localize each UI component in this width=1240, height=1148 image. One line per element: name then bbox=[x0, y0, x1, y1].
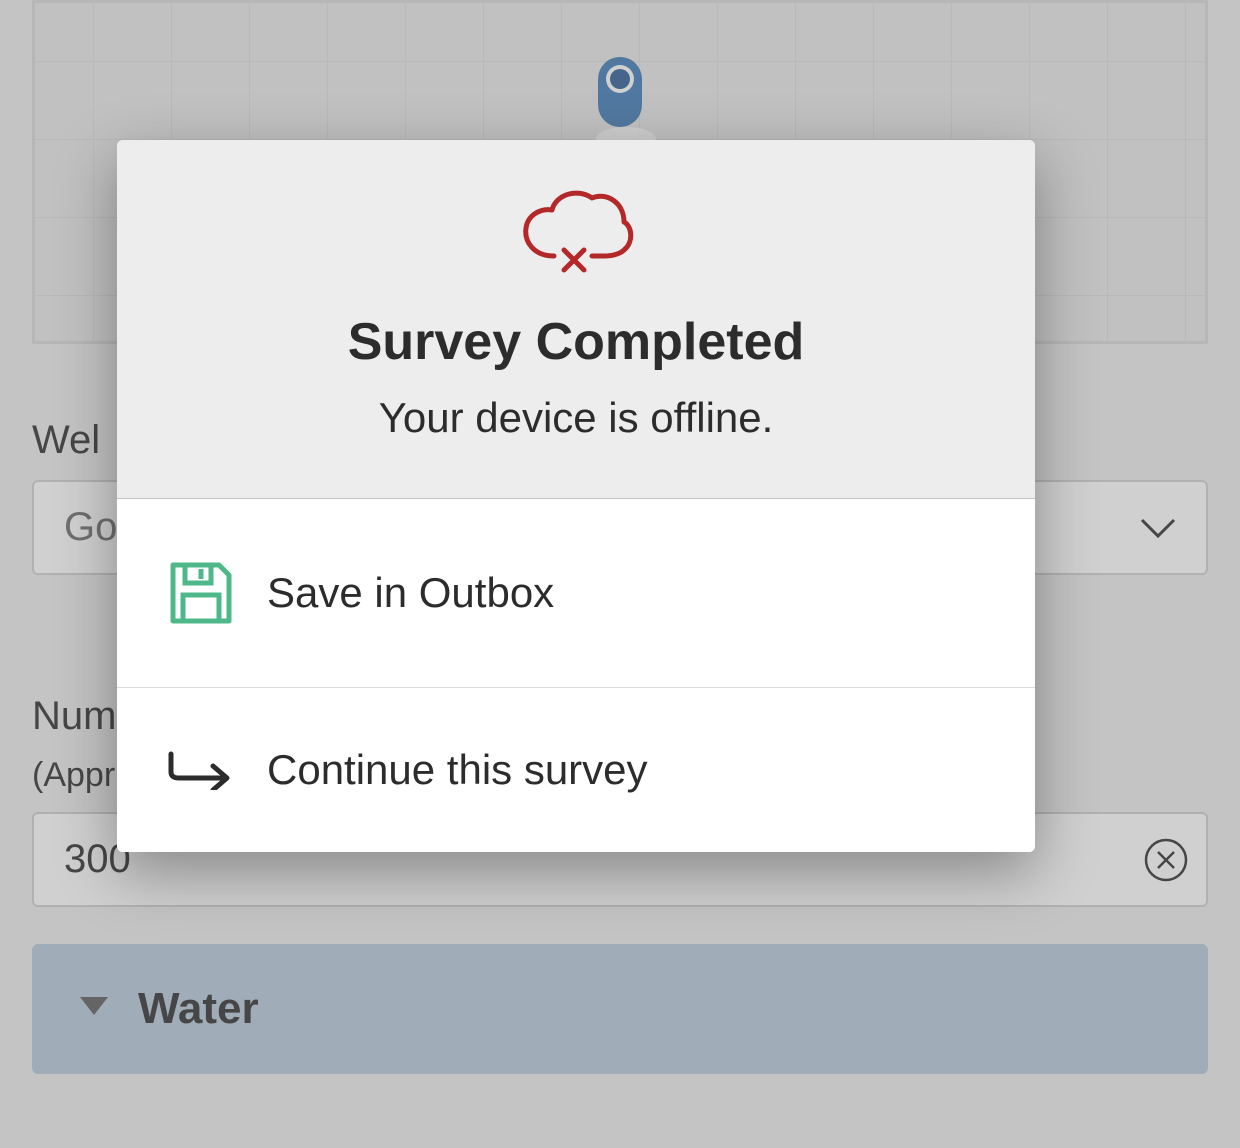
survey-completed-dialog: Survey Completed Your device is offline.… bbox=[117, 140, 1035, 852]
continue-survey-button[interactable]: Continue this survey bbox=[117, 688, 1035, 852]
cloud-offline-icon bbox=[157, 188, 995, 282]
continue-arrow-icon bbox=[165, 750, 237, 790]
save-outbox-button[interactable]: Save in Outbox bbox=[117, 499, 1035, 688]
dialog-header: Survey Completed Your device is offline. bbox=[117, 140, 1035, 499]
continue-survey-label: Continue this survey bbox=[267, 746, 648, 794]
dialog-subtitle: Your device is offline. bbox=[157, 394, 995, 442]
save-icon bbox=[165, 557, 237, 629]
save-outbox-label: Save in Outbox bbox=[267, 569, 554, 617]
dialog-title: Survey Completed bbox=[157, 312, 995, 372]
